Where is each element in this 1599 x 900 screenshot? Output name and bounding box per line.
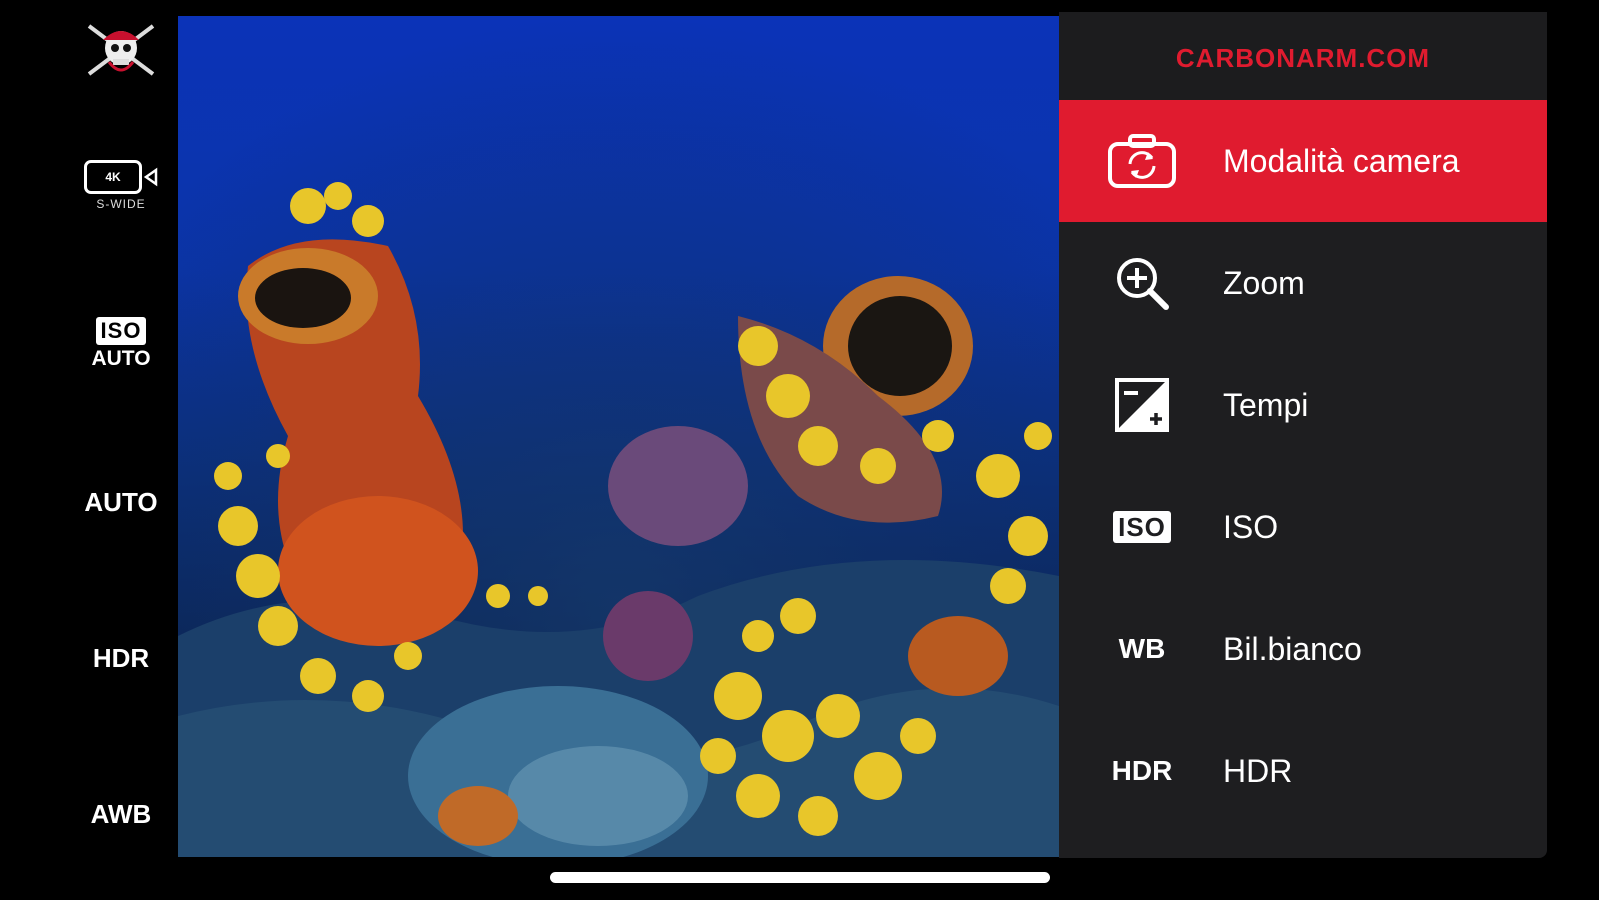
awb-button[interactable]: AWB <box>60 792 182 836</box>
wb-icon-text: WB <box>1118 633 1166 664</box>
brand-label[interactable]: CARBONARM.COM <box>1176 43 1430 74</box>
menu-item-exposure[interactable]: Tempi <box>1059 344 1547 466</box>
iso-icon: ISO <box>1097 492 1187 562</box>
pirate-logo-icon[interactable] <box>60 14 182 84</box>
iso-button[interactable]: ISO AUTO <box>60 312 182 376</box>
menu-item-white-balance[interactable]: WB Bil.bianco <box>1059 588 1547 710</box>
skull-crossbones-icon <box>87 24 155 76</box>
menu-item-label: Modalità camera <box>1223 142 1460 179</box>
camera-screen: 4K S-WIDE ISO AUTO AUTO HDR AWB CARBONAR… <box>0 0 1599 900</box>
menu-header: CARBONARM.COM <box>1059 12 1547 104</box>
menu-item-label: Tempi <box>1223 386 1309 423</box>
menu-item-label: ISO <box>1223 508 1279 545</box>
exposure-icon <box>1097 370 1187 440</box>
settings-menu: CARBONARM.COM Modalità camera Zoom Tempi… <box>1059 12 1547 858</box>
hdr-icon-text: HDR <box>1111 755 1173 786</box>
menu-item-zoom[interactable]: Zoom <box>1059 222 1547 344</box>
menu-item-label: Zoom <box>1223 264 1305 301</box>
menu-item-iso[interactable]: ISO ISO <box>1059 466 1547 588</box>
menu-item-camera-mode[interactable]: Modalità camera <box>1059 100 1547 222</box>
underwater-scene-image <box>178 16 1059 857</box>
video-mode-label: S-WIDE <box>96 196 146 211</box>
iso-value: AUTO <box>91 347 151 370</box>
video-resolution-badge: 4K <box>84 159 142 194</box>
camera-viewfinder[interactable] <box>178 16 1059 857</box>
zoom-in-icon <box>1097 248 1187 318</box>
auto-mode-button[interactable]: AUTO <box>60 480 182 524</box>
camcorder-lens-icon <box>144 167 158 186</box>
iso-badge: ISO <box>95 317 147 345</box>
menu-item-label: Bil.bianco <box>1223 630 1362 667</box>
hdr-icon: HDR <box>1097 736 1187 806</box>
camera-switch-icon <box>1097 126 1187 196</box>
wb-icon: WB <box>1097 614 1187 684</box>
video-mode-button[interactable]: 4K S-WIDE <box>60 150 182 220</box>
home-indicator[interactable] <box>550 872 1050 883</box>
hdr-button[interactable]: HDR <box>60 636 182 680</box>
menu-item-hdr[interactable]: HDR HDR <box>1059 710 1547 832</box>
left-sidebar: 4K S-WIDE ISO AUTO AUTO HDR AWB <box>60 0 182 900</box>
menu-item-label: HDR <box>1223 752 1293 789</box>
iso-icon-text: ISO <box>1113 511 1171 543</box>
